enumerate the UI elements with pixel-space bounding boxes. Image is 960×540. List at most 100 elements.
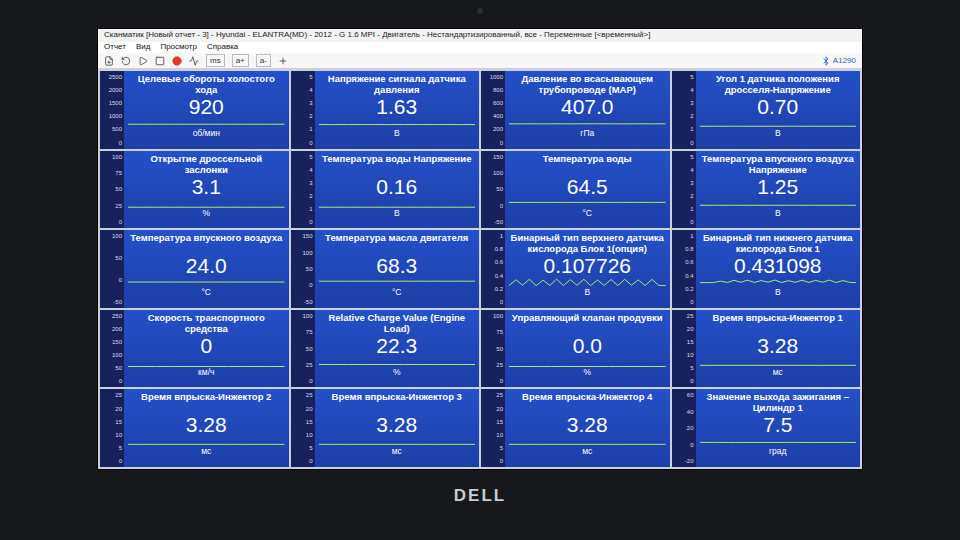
axis-tick: 10 [496,432,503,438]
device-name: A1290 [833,56,856,65]
sensor-cell[interactable]: 150100500-50Температура масла двигателя6… [291,230,480,308]
trace-chart [700,277,857,287]
menu-item[interactable]: Справка [207,42,238,53]
trace-line [319,364,476,365]
axis-ticks: 150100500-50 [291,230,315,308]
sensor-cell[interactable]: 10008006004002000Давление во всасывающем… [481,71,670,149]
trace-chart [128,436,285,446]
sensor-value: 7.5 [763,413,792,436]
axis-tick: 1 [309,126,312,132]
sensor-cell[interactable]: 1007550250Открытие дроссельной заслонки3… [100,151,289,229]
sensor-body: Бинарный тип нижнего датчика кислорода Б… [696,230,861,308]
axis-ticks: 543210 [291,71,315,149]
axis-tick: 0.2 [685,286,693,292]
sensor-body: Время впрыска-Инжектор 43.28мс [505,389,670,467]
sensor-unit: мс [582,446,592,456]
device-status: A1290 [821,56,856,66]
sensor-unit: В [775,128,781,138]
sensor-cell[interactable]: 250200150100500Скорость транспортного ср… [100,310,289,388]
axis-tick: 50 [496,346,503,352]
sensor-title: Бинарный тип верхнего датчика кислорода … [509,232,666,254]
toolbar-button[interactable]: a- [256,54,271,67]
sensor-cell[interactable]: 25002000150010005000Целевые обороты холо… [100,71,289,149]
axis-tick: 4 [309,87,312,93]
axis-tick: 50 [115,365,122,371]
sensor-cell[interactable]: 1007550250Управляющий клапан продувки0.0… [481,310,670,388]
axis-tick: 4 [690,87,693,93]
play-icon[interactable] [138,56,148,66]
sensor-cell[interactable]: 6040200-20Значение выхода зажигания – Ци… [672,389,861,467]
axis-tick: 0 [500,140,503,146]
sensor-cell[interactable]: 543210Температура впускного воздуха Напр… [672,151,861,229]
axis-tick: 1500 [109,100,122,106]
axis-tick: 0 [119,277,122,283]
axis-tick: 600 [493,100,503,106]
sensor-title: Управляющий клапан продувки [512,312,663,334]
trace-chart [319,118,476,128]
menu-item[interactable]: Отчет [104,42,126,53]
sensor-value: 1.63 [376,95,417,118]
sensor-cell[interactable]: 543210Угол 1 датчика положения дросселя-… [672,71,861,149]
menu-item[interactable]: Вид [136,42,150,53]
toolbar-button[interactable]: ms [206,54,225,67]
sensor-cell[interactable]: 1007550250Relative Charge Value (Engine … [291,310,480,388]
axis-tick: 200 [112,326,122,332]
axis-tick: -50 [113,299,122,305]
trace-line [319,124,476,125]
axis-ticks: 2520151050 [291,389,315,467]
axis-tick: 0 [309,140,312,146]
sensor-value: 0.431098 [734,254,822,277]
menu-item[interactable]: Просмотр [160,42,197,53]
trace-chart [319,277,476,287]
toolbar: ms a+ a- A1290 [98,53,862,69]
sensor-title: Температура масла двигателя [325,232,468,254]
sensor-title: Время впрыска-Инжектор 2 [141,391,271,413]
sensor-title: Целевые обороты холостого хода [128,73,285,95]
record-icon[interactable] [172,56,182,66]
toolbar-button[interactable]: a+ [232,54,249,67]
axis-ticks: 1007550250 [100,151,124,229]
sensor-cell[interactable]: 100500-50Температура впускного воздуха24… [100,230,289,308]
axis-tick: 500 [112,126,122,132]
graph-icon[interactable] [189,56,199,66]
menu-bar: Отчет Вид Просмотр Справка [98,42,862,53]
refresh-icon[interactable] [121,56,131,66]
trace-chart [128,198,285,208]
sensor-cell[interactable]: 150100500-50Температура воды64.5°C [481,151,670,229]
new-file-icon[interactable] [104,56,114,66]
trace-line [700,126,857,127]
sensor-value: 0.70 [757,95,798,118]
axis-tick: 0 [119,219,122,225]
trace-chart [700,118,857,128]
axis-tick: 5 [690,154,693,160]
sensor-cell[interactable]: 2520151050Время впрыска-Инжектор 23.28мс [100,389,289,467]
stop-icon[interactable] [155,56,165,66]
sensor-cell[interactable]: 543210Напряжение сигнала датчика давлени… [291,71,480,149]
sensor-cell[interactable]: 2520151050Время впрыска-Инжектор 33.28мс [291,389,480,467]
axis-ticks: 1007550250 [291,310,315,388]
sensor-title: Температура воды Напряжение [322,153,471,175]
trace-line [319,444,476,445]
sensor-body: Управляющий клапан продувки0.0% [505,310,670,388]
trace-line [509,279,666,285]
sensor-value: 22.3 [376,334,417,357]
axis-tick: 0.4 [495,273,503,279]
axis-tick: 20 [687,326,694,332]
sensor-cell[interactable]: 10.80.60.40.20Бинарный тип верхнего датч… [481,230,670,308]
sensor-title: Температура воды [543,153,632,175]
axis-tick: 0 [690,299,693,305]
axis-tick: 3 [690,100,693,106]
sensor-cell[interactable]: 2520151050Время впрыска-Инжектор 43.28мс [481,389,670,467]
sensor-cell[interactable]: 543210Температура воды Напряжение0.16В [291,151,480,229]
sensor-unit: % [393,367,401,377]
sensor-cell[interactable]: 10.80.60.40.20Бинарный тип нижнего датчи… [672,230,861,308]
add-icon[interactable] [278,56,288,66]
axis-tick: 100 [493,170,503,176]
sensor-cell[interactable]: 2520151050Время впрыска-Инжектор 13.28мс [672,310,861,388]
axis-tick: 5 [309,445,312,451]
sensor-unit: В [775,208,781,218]
app-window: Сканматик [Новый отчет - 3] - Hyundai - … [97,28,863,470]
axis-tick: 5 [690,365,693,371]
axis-ticks: 10.80.60.40.20 [672,230,696,308]
axis-tick: 50 [115,186,122,192]
